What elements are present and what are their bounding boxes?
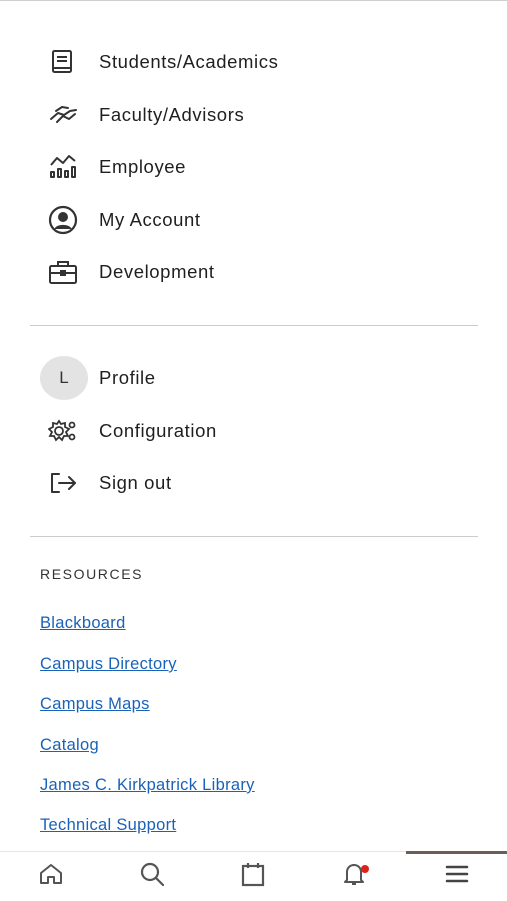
nav-notifications[interactable] <box>303 852 404 901</box>
nav-menu[interactable] <box>406 851 507 901</box>
menu-item-label: Students/Academics <box>99 51 279 72</box>
divider <box>30 325 478 326</box>
menu-icon <box>445 863 469 890</box>
resources-heading: RESOURCES <box>40 566 144 582</box>
menu-item-label: My Account <box>99 209 201 230</box>
profile-label: Profile <box>99 367 156 388</box>
chart-icon <box>40 143 88 191</box>
calendar-icon <box>241 861 265 892</box>
sign-out-icon <box>40 459 88 507</box>
link-blackboard[interactable]: Blackboard <box>40 614 126 633</box>
top-border <box>0 0 507 1</box>
handshake-icon <box>40 91 88 139</box>
home-icon <box>38 862 64 891</box>
sign-out-label: Sign out <box>99 472 172 493</box>
nav-home[interactable] <box>0 852 101 901</box>
avatar-initial: L <box>40 356 88 400</box>
menu-item-faculty-advisors[interactable]: Faculty/Advisors <box>40 91 480 139</box>
nav-calendar[interactable] <box>202 852 303 901</box>
avatar: L <box>40 354 88 402</box>
bottom-nav <box>0 851 507 901</box>
configuration-label: Configuration <box>99 420 217 441</box>
menu-item-students-academics[interactable]: Students/Academics <box>40 38 480 86</box>
menu-item-profile[interactable]: L Profile <box>40 354 480 402</box>
menu-item-my-account[interactable]: My Account <box>40 196 480 244</box>
divider <box>30 536 478 537</box>
menu-item-label: Development <box>99 261 215 282</box>
menu-item-employee[interactable]: Employee <box>40 143 480 191</box>
link-catalog[interactable]: Catalog <box>40 736 99 755</box>
link-technical-support[interactable]: Technical Support <box>40 816 176 835</box>
menu-item-label: Employee <box>99 156 187 177</box>
menu-item-sign-out[interactable]: Sign out <box>40 459 480 507</box>
gears-icon <box>40 407 88 455</box>
briefcase-icon <box>40 248 88 296</box>
link-campus-directory[interactable]: Campus Directory <box>40 655 177 674</box>
menu-item-development[interactable]: Development <box>40 248 480 296</box>
link-campus-maps[interactable]: Campus Maps <box>40 695 150 714</box>
menu-item-label: Faculty/Advisors <box>99 104 245 125</box>
link-library[interactable]: James C. Kirkpatrick Library <box>40 776 255 795</box>
menu-item-configuration[interactable]: Configuration <box>40 407 480 455</box>
account-circle-icon <box>40 196 88 244</box>
nav-search[interactable] <box>101 852 202 901</box>
book-icon <box>40 38 88 86</box>
notification-dot <box>361 865 369 873</box>
search-icon <box>139 861 165 892</box>
